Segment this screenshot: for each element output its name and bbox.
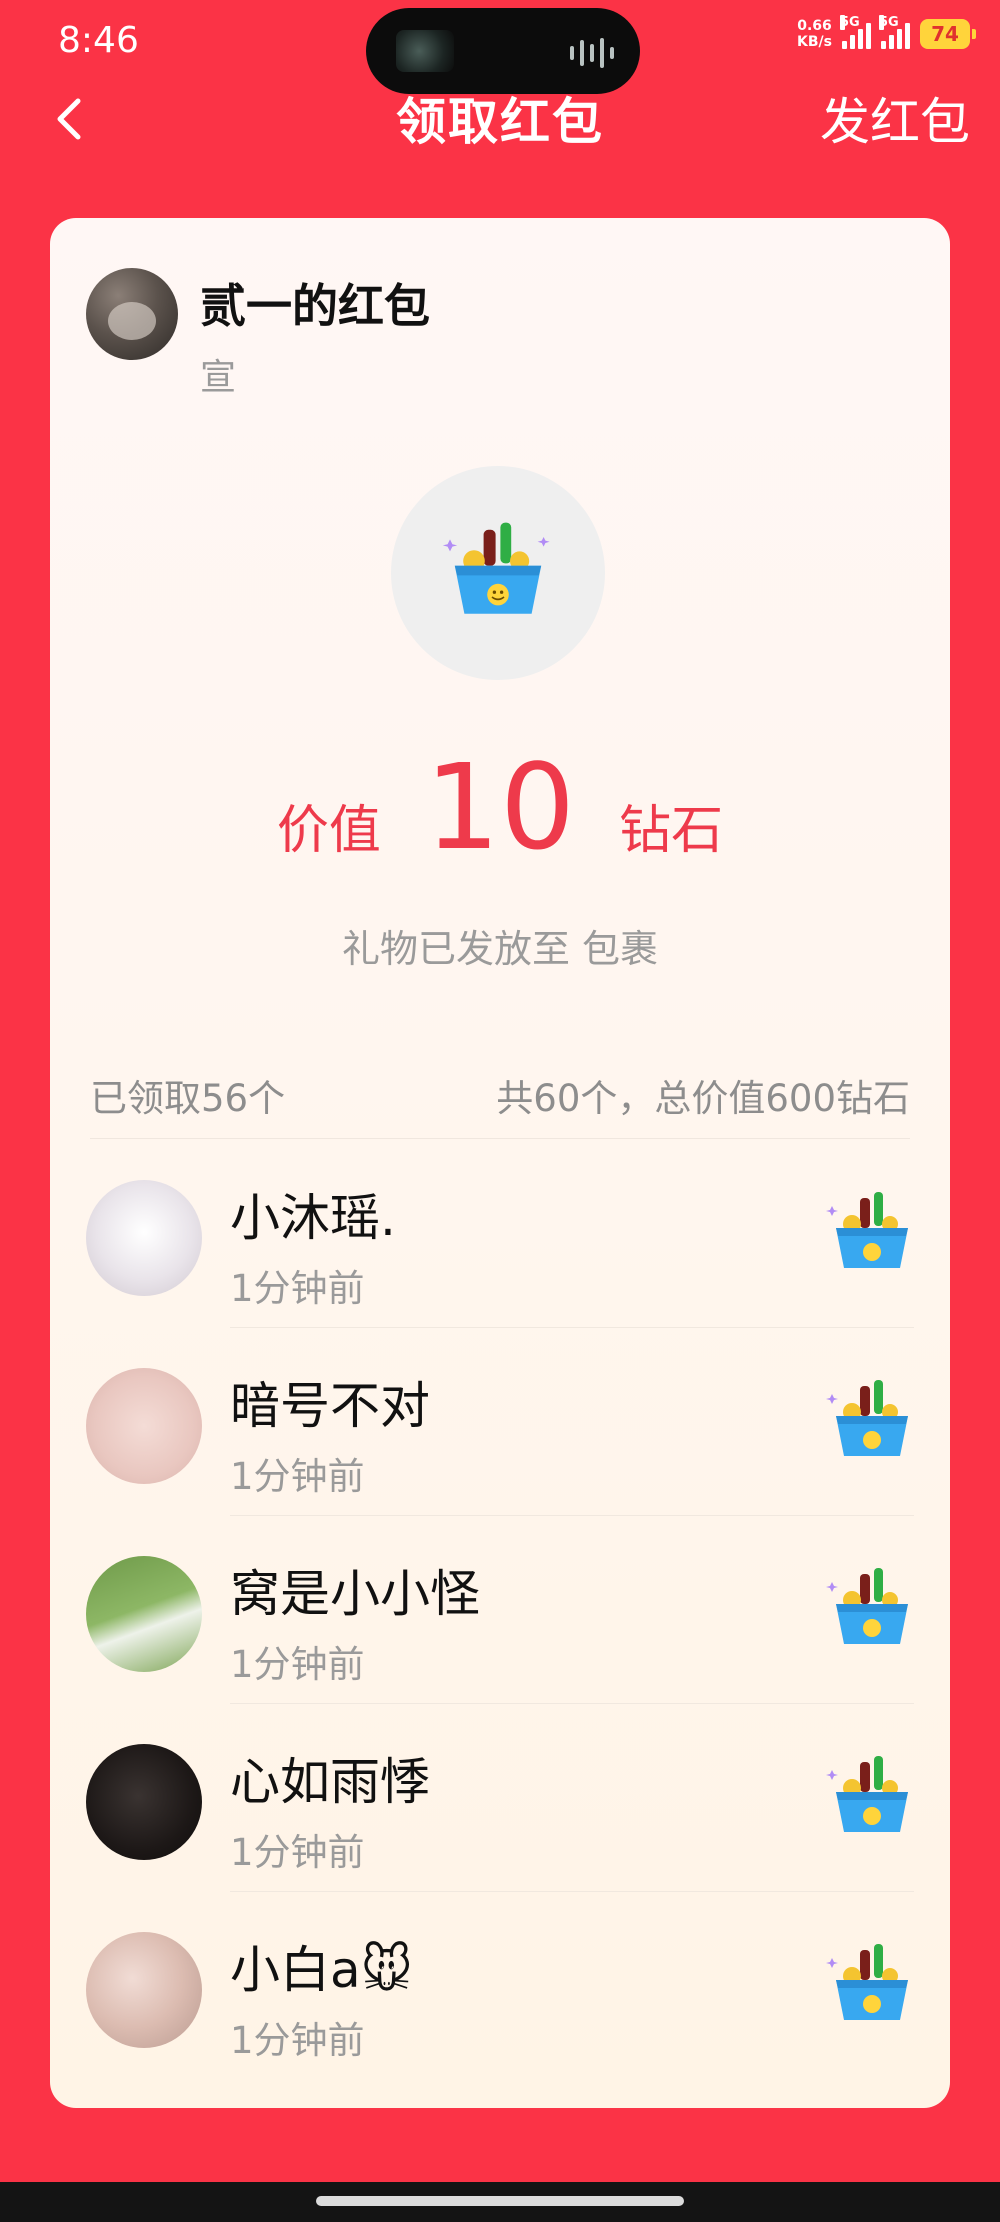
gift-image <box>391 466 605 680</box>
recipient-name: 窝是小小怪 <box>230 1565 480 1623</box>
divider <box>90 1138 910 1139</box>
drink-basket-gift-icon <box>826 1944 908 2020</box>
recipient-name: 心如雨悸 <box>230 1753 430 1811</box>
status-time: 8:46 <box>58 20 139 61</box>
packet-subtitle: 宣 <box>200 357 237 398</box>
value-amount: 10 <box>424 738 576 876</box>
value-unit: 钻石 <box>619 801 724 861</box>
drink-basket-gift-icon <box>826 1380 908 1456</box>
packet-value: 价值 10 钻石 <box>50 738 950 876</box>
recipient-name: 小沐瑶. <box>230 1189 396 1247</box>
media-thumbnail <box>396 30 454 72</box>
avatar[interactable] <box>86 1744 202 1860</box>
claim-summary: 已领取56个 共60个，总价值600钻石 <box>90 1068 910 1122</box>
audio-wave-icon <box>570 36 614 70</box>
red-packet-card: 贰一的红包 宣 价值 10 钻石 礼物已发放至 包裹 已领取56个 共60个，总… <box>50 218 950 2108</box>
list-item[interactable]: 暗号不对 1分钟前 <box>50 1328 950 1516</box>
claimed-count: 已领取56个 <box>90 1077 286 1120</box>
drink-basket-gift-icon <box>826 1756 908 1832</box>
signal-icon: 5G <box>879 15 910 49</box>
signal-icon: 5G <box>840 15 871 49</box>
recipient-name: 小白a🐭 <box>230 1941 413 1999</box>
home-indicator[interactable] <box>316 2196 684 2206</box>
recipient-list: 小沐瑶. 1分钟前 暗号不对 1分钟前 窝是小小怪 1分钟前 心如雨悸 1分钟前… <box>50 1140 950 2080</box>
value-prefix: 价值 <box>276 801 381 861</box>
claim-time: 1分钟前 <box>230 1643 365 1686</box>
total-value: 共60个，总价值600钻石 <box>496 1077 910 1120</box>
claim-time: 1分钟前 <box>230 1455 365 1498</box>
battery-icon: 74 <box>920 19 976 49</box>
status-indicators: 0.66 KB/s 5G 5G 74 <box>797 15 976 50</box>
avatar[interactable] <box>86 1368 202 1484</box>
claim-time: 1分钟前 <box>230 1267 365 1310</box>
drink-basket-gift-icon <box>442 522 550 614</box>
network-speed: 0.66 KB/s <box>797 18 832 50</box>
drink-basket-gift-icon <box>826 1568 908 1644</box>
avatar[interactable] <box>86 1932 202 2048</box>
list-item[interactable]: 窝是小小怪 1分钟前 <box>50 1516 950 1704</box>
list-item[interactable]: 小沐瑶. 1分钟前 <box>50 1140 950 1328</box>
recipient-name: 暗号不对 <box>230 1377 430 1435</box>
list-item[interactable]: 小白a🐭 1分钟前 <box>50 1892 950 2080</box>
send-red-packet-button[interactable]: 发红包 <box>820 82 970 154</box>
claim-time: 1分钟前 <box>230 1831 365 1874</box>
list-item[interactable]: 心如雨悸 1分钟前 <box>50 1704 950 1892</box>
claim-time: 1分钟前 <box>230 2019 365 2062</box>
avatar[interactable] <box>86 1180 202 1296</box>
packet-title: 贰一的红包 <box>200 279 430 333</box>
nav-bar: 领取红包 发红包 <box>0 70 1000 170</box>
avatar[interactable] <box>86 1556 202 1672</box>
delivery-note: 礼物已发放至 包裹 <box>341 927 659 971</box>
drink-basket-gift-icon <box>826 1192 908 1268</box>
sender-avatar[interactable] <box>86 268 178 360</box>
